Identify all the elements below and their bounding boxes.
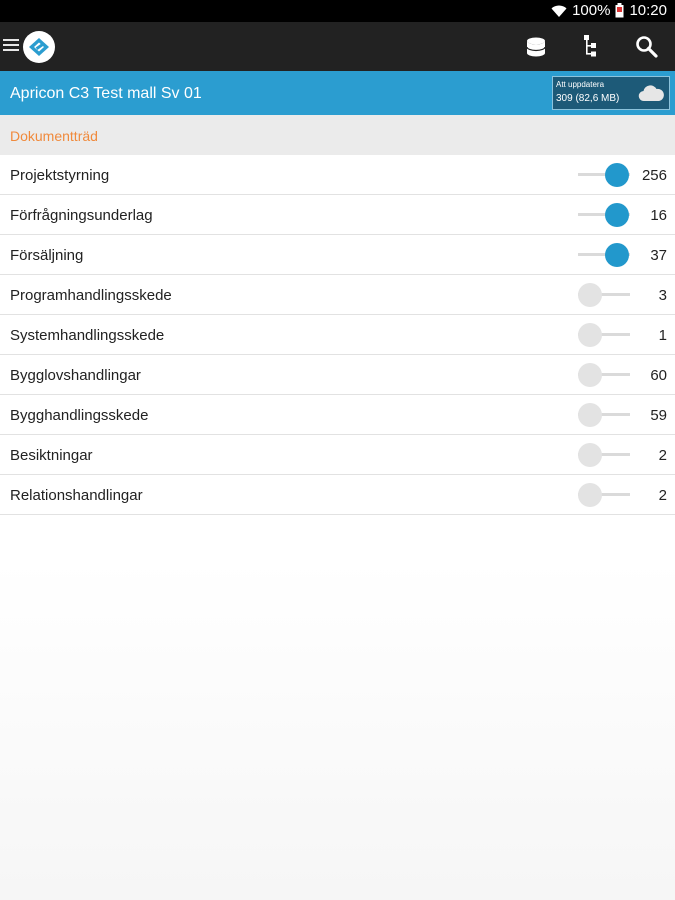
project-bar: Apricon C3 Test mall Sv 01 Att uppdatera… bbox=[0, 71, 675, 115]
list-item: Försäljning 37 bbox=[0, 235, 675, 275]
list-item: Systemhandlingsskede 1 bbox=[0, 315, 675, 355]
item-label: Programhandlingsskede bbox=[10, 287, 172, 304]
item-toggle[interactable] bbox=[576, 443, 632, 467]
battery-percent: 100% bbox=[572, 2, 611, 19]
item-count: 2 bbox=[658, 487, 667, 504]
battery-icon bbox=[615, 3, 624, 18]
item-count: 59 bbox=[650, 407, 667, 424]
document-tree-list: Projektstyrning 256 Förfrågningsunderlag… bbox=[0, 155, 675, 515]
section-title: Dokumentträd bbox=[10, 128, 98, 144]
tree-icon[interactable] bbox=[577, 34, 603, 60]
list-item: Besiktningar 2 bbox=[0, 435, 675, 475]
clock: 10:20 bbox=[629, 2, 667, 19]
item-toggle[interactable] bbox=[576, 323, 632, 347]
sync-status-button[interactable]: Att uppdatera 309 (82,6 MB) bbox=[552, 76, 670, 110]
status-bar: 100% 10:20 bbox=[0, 0, 675, 22]
item-count: 2 bbox=[658, 447, 667, 464]
item-label: Projektstyrning bbox=[10, 167, 110, 184]
toolbar bbox=[0, 22, 675, 71]
item-count: 256 bbox=[641, 167, 667, 184]
item-count: 16 bbox=[650, 207, 667, 224]
item-toggle[interactable] bbox=[576, 163, 632, 187]
list-item: Projektstyrning 256 bbox=[0, 155, 675, 195]
item-label: Försäljning bbox=[10, 247, 84, 264]
item-count: 1 bbox=[658, 327, 667, 344]
item-toggle[interactable] bbox=[576, 243, 632, 267]
wifi-icon bbox=[551, 5, 567, 17]
item-label: Relationshandlingar bbox=[10, 487, 143, 504]
item-label: Besiktningar bbox=[10, 447, 93, 464]
app-logo[interactable] bbox=[23, 31, 55, 63]
section-header: Dokumentträd bbox=[0, 115, 675, 155]
item-label: Bygglovshandlingar bbox=[10, 367, 141, 384]
item-toggle[interactable] bbox=[576, 363, 632, 387]
item-toggle[interactable] bbox=[576, 403, 632, 427]
item-label: Förfrågningsunderlag bbox=[10, 207, 153, 224]
list-item: Bygghandlingsskede 59 bbox=[0, 395, 675, 435]
cloud-icon bbox=[638, 85, 664, 102]
item-count: 37 bbox=[650, 247, 667, 264]
search-icon[interactable] bbox=[634, 34, 660, 60]
list-item: Förfrågningsunderlag 16 bbox=[0, 195, 675, 235]
item-count: 3 bbox=[658, 287, 667, 304]
update-count: 309 (82,6 MB) bbox=[556, 93, 620, 104]
list-item: Bygglovshandlingar 60 bbox=[0, 355, 675, 395]
list-item: Programhandlingsskede 3 bbox=[0, 275, 675, 315]
item-toggle[interactable] bbox=[576, 483, 632, 507]
project-title: Apricon C3 Test mall Sv 01 bbox=[10, 85, 202, 102]
item-count: 60 bbox=[650, 367, 667, 384]
list-item: Relationshandlingar 2 bbox=[0, 475, 675, 515]
item-label: Systemhandlingsskede bbox=[10, 327, 165, 344]
database-icon[interactable] bbox=[523, 34, 549, 60]
item-toggle[interactable] bbox=[576, 283, 632, 307]
item-toggle[interactable] bbox=[576, 203, 632, 227]
menu-icon[interactable] bbox=[3, 39, 19, 53]
item-label: Bygghandlingsskede bbox=[10, 407, 149, 424]
update-label: Att uppdatera bbox=[556, 80, 605, 89]
